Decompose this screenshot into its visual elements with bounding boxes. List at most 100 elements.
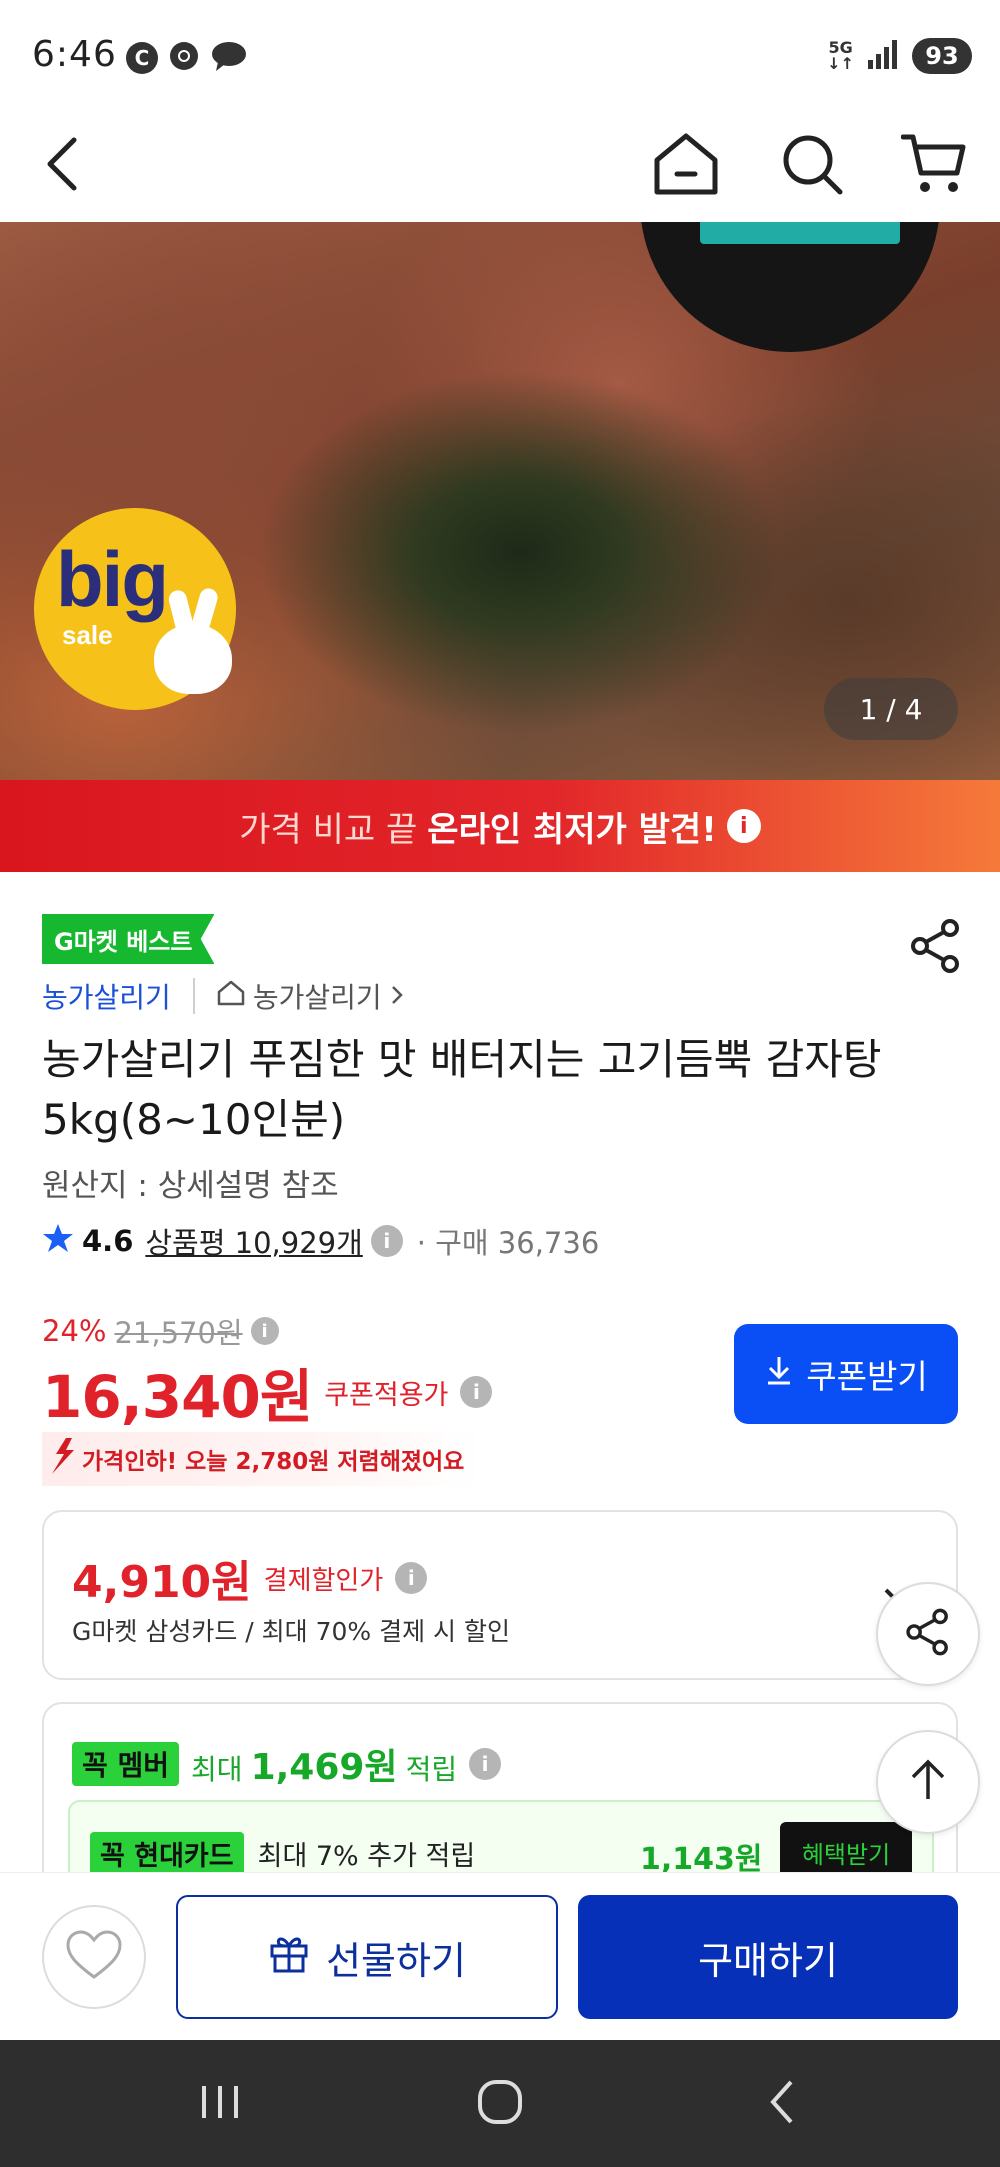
home-nav-button[interactable]	[470, 2074, 530, 2134]
home-button[interactable]	[648, 128, 724, 204]
home-circle-icon	[476, 2078, 524, 2130]
membership-reward-card[interactable]: 꼭 멤버 최대 1,469원 적립 i 꼭 현대카드 최대 7% 추가 적립 1…	[42, 1702, 958, 1872]
seller-link[interactable]: 농가살리기	[42, 976, 171, 1016]
price-row: 16,340원 쿠폰적용가 i	[42, 1350, 493, 1434]
store-name: 농가살리기	[252, 981, 382, 1014]
signal-icon	[866, 38, 900, 74]
membership-reward-text: 최대 1,469원 적립	[191, 1738, 457, 1790]
download-icon	[764, 1354, 794, 1394]
hero-decoration-text	[700, 222, 900, 244]
purchase-count: · 구매 36,736	[416, 1226, 600, 1260]
hyundai-card-promo: 꼭 현대카드 최대 7% 추가 적립 1,143원 혜택받기	[68, 1800, 934, 1872]
chrome-icon	[168, 40, 200, 76]
recent-apps-icon	[198, 2082, 242, 2126]
share-icon	[902, 1606, 954, 1662]
membership-amount: 1,469원	[250, 1747, 398, 1788]
cart-button[interactable]	[896, 128, 972, 204]
image-page-indicator: 1 / 4	[824, 678, 958, 740]
home-icon	[651, 132, 721, 200]
gmarket-best-badge: G마켓 베스트	[42, 914, 215, 964]
coupon-price-label: 쿠폰적용가	[324, 1379, 449, 1411]
banner-bold-text: 온라인 최저가 발견!	[427, 809, 717, 850]
divider	[192, 978, 195, 1014]
hyundai-card-amount: 1,143원	[640, 1842, 763, 1872]
rating-value: 4.6	[82, 1224, 134, 1258]
arrow-up-icon	[905, 1757, 951, 1807]
android-nav-bar	[0, 2040, 1000, 2167]
product-info-section: G마켓 베스트 농가살리기 농가살리기 농가살리기 푸짐한 맛 배터지는 고기듬…	[0, 872, 1000, 1872]
top-nav	[0, 110, 1000, 222]
hyundai-card-badge: 꼭 현대카드	[90, 1832, 244, 1872]
discount-rate: 24%	[42, 1314, 107, 1348]
hyundai-card-row: 꼭 현대카드 최대 7% 추가 적립	[90, 1832, 475, 1872]
status-icons-left: C	[126, 40, 248, 76]
gift-label: 선물하기	[326, 1938, 466, 1983]
search-icon	[780, 132, 844, 200]
payment-discount-card[interactable]: 4,910원 결제할인가 i G마켓 삼성카드 / 최대 70% 결제 시 할인	[42, 1510, 958, 1680]
hyundai-card-text: 최대 7% 추가 적립	[257, 1841, 476, 1872]
big-sale-badge: big sale	[34, 508, 236, 710]
star-icon	[42, 1222, 74, 1261]
big-sale-big-text: big	[56, 535, 169, 623]
back-arrow-icon	[42, 136, 82, 196]
status-bar: 6:46 C 5G ↓↑ 93	[0, 0, 1000, 110]
gift-icon	[268, 1932, 310, 1983]
product-title: 농가살리기 푸짐한 맛 배터지는 고기듬뿍 감자탕 5kg(8~10인분)	[42, 1035, 882, 1144]
back-nav-button[interactable]	[752, 2074, 812, 2134]
review-count-link[interactable]: 상품평 10,929개	[145, 1220, 362, 1262]
chat-icon	[210, 40, 248, 76]
membership-prefix: 최대	[191, 1753, 243, 1786]
bottom-action-bar: 선물하기 구매하기	[0, 1872, 1000, 2040]
payment-discount-price: 4,910원	[72, 1557, 252, 1608]
status-right: 5G ↓↑ 93	[827, 38, 972, 74]
price-drop-text: 가격인하! 오늘 2,780원 저렴해졌어요	[82, 1449, 465, 1475]
rating-row: 4.6 상품평 10,929개 i · 구매 36,736	[42, 1220, 599, 1262]
product-image-carousel[interactable]: big sale 1 / 4	[0, 222, 1000, 780]
payment-description: G마켓 삼성카드 / 최대 70% 결제 시 할인	[72, 1617, 510, 1646]
heart-icon	[65, 1929, 123, 1985]
price-drop-notice: 가격인하! 오늘 2,780원 저렴해졌어요	[42, 1432, 482, 1486]
down-arrow-icon	[46, 1436, 76, 1482]
original-price: 21,570원	[114, 1316, 243, 1350]
share-icon	[906, 919, 966, 980]
floating-share-button[interactable]	[876, 1582, 980, 1686]
scroll-to-top-button[interactable]	[876, 1730, 980, 1834]
wishlist-button[interactable]	[42, 1905, 146, 2009]
seller-row: 농가살리기 농가살리기	[42, 976, 404, 1016]
payment-discount-label: 결제할인가	[263, 1565, 384, 1596]
info-icon[interactable]: i	[726, 809, 761, 843]
status-time: 6:46	[32, 34, 117, 75]
payment-price-row: 4,910원 결제할인가 i	[72, 1546, 428, 1610]
lowest-price-banner[interactable]: 가격 비교 끝 온라인 최저가 발견! i	[0, 780, 1000, 872]
get-coupon-label: 쿠폰받기	[806, 1357, 928, 1396]
c-app-icon: C	[126, 42, 158, 74]
info-icon[interactable]: i	[460, 1376, 493, 1408]
chevron-right-icon	[390, 980, 404, 1013]
membership-suffix: 적립	[405, 1753, 458, 1786]
buy-button[interactable]: 구매하기	[578, 1895, 958, 2019]
info-icon[interactable]: i	[250, 1317, 279, 1345]
back-button[interactable]	[24, 128, 100, 204]
sale-price: 16,340원	[42, 1363, 313, 1431]
share-button[interactable]	[906, 916, 966, 976]
gift-button[interactable]: 선물하기	[176, 1895, 558, 2019]
store-link[interactable]: 농가살리기	[217, 976, 404, 1016]
info-icon[interactable]: i	[370, 1225, 403, 1257]
banner-light-text: 가격 비교 끝	[239, 809, 418, 850]
discount-row: 24% 21,570원 i	[42, 1310, 279, 1352]
recent-apps-button[interactable]	[190, 2074, 250, 2134]
info-icon[interactable]: i	[395, 1562, 428, 1594]
origin-info: 원산지 : 상세설명 참조	[42, 1168, 339, 1204]
get-benefit-button[interactable]: 혜택받기	[780, 1822, 912, 1872]
big-sale-sale-text: sale	[62, 620, 113, 650]
member-badge: 꼭 멤버	[72, 1742, 180, 1786]
membership-row: 꼭 멤버 최대 1,469원 적립 i	[72, 1738, 502, 1790]
info-icon[interactable]: i	[469, 1748, 502, 1780]
get-coupon-button[interactable]: 쿠폰받기	[734, 1324, 958, 1424]
network-5g-label: 5G ↓↑	[827, 38, 854, 73]
rabbit-head	[154, 624, 232, 694]
store-home-icon	[217, 980, 245, 1013]
search-button[interactable]	[774, 128, 850, 204]
battery-indicator: 93	[912, 38, 972, 74]
cart-icon	[900, 133, 967, 199]
